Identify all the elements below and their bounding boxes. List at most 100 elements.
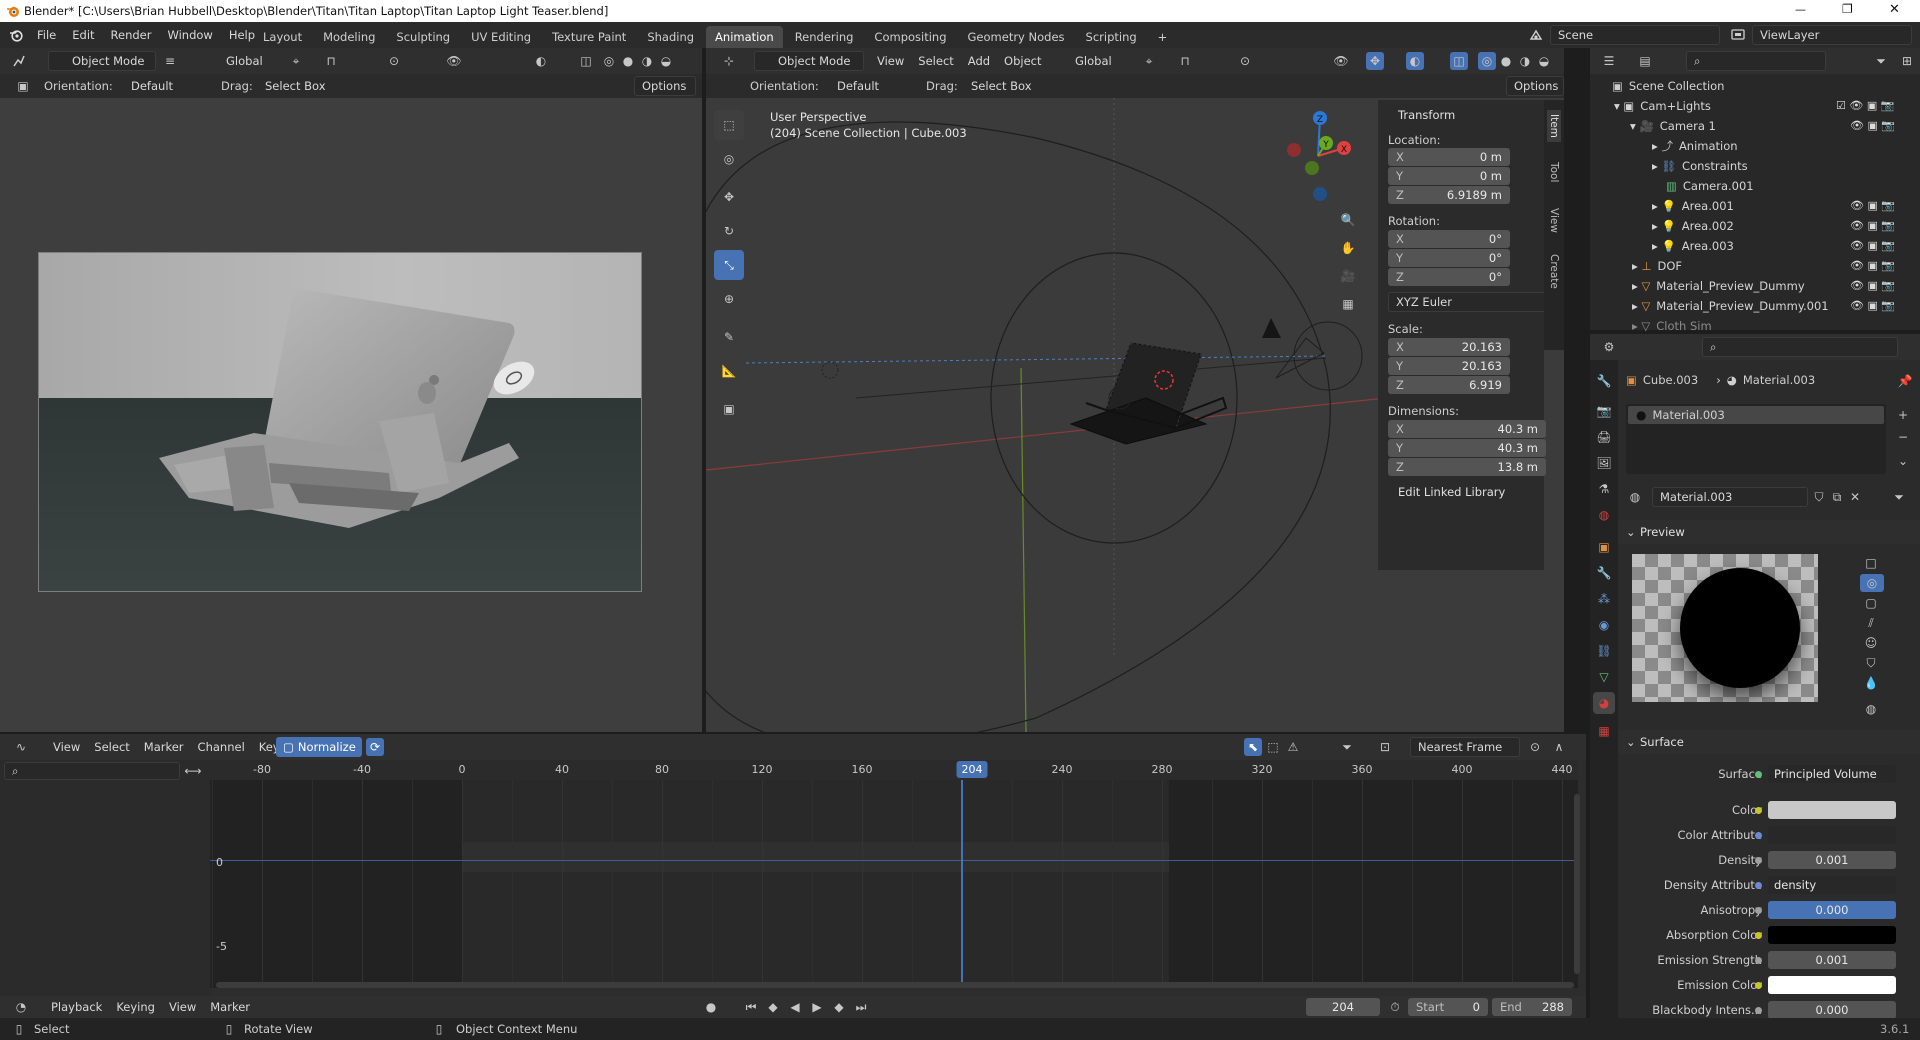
move-tool-icon[interactable]: ✥ bbox=[714, 182, 744, 212]
graph-menu-channel[interactable]: Channel bbox=[191, 737, 252, 757]
jump-end-icon[interactable]: ⏭ bbox=[852, 998, 870, 1016]
pivot-icon[interactable]: ⌖ bbox=[287, 52, 305, 70]
main-shading-rendered-icon[interactable]: ◒ bbox=[1535, 52, 1553, 70]
select-box-tool-icon[interactable]: ⬚ bbox=[714, 110, 744, 140]
world-tab-icon[interactable]: ◍ bbox=[1595, 506, 1613, 524]
physics-tab-icon[interactable]: ◉ bbox=[1595, 616, 1613, 634]
add-cube-tool-icon[interactable]: ▣ bbox=[714, 394, 744, 424]
volume-prop-value[interactable] bbox=[1768, 826, 1896, 844]
normalize-toggle[interactable]: ▢ Normalize bbox=[276, 737, 362, 757]
graph-scrollbar-v[interactable] bbox=[1574, 794, 1580, 974]
rotation-z-field[interactable]: Z 0° bbox=[1388, 268, 1510, 286]
surface-panel-header[interactable]: ⌄ Surface bbox=[1618, 730, 1920, 754]
socket-dot-icon[interactable] bbox=[1755, 831, 1762, 839]
normalize-refresh-icon[interactable]: ⟳ bbox=[366, 738, 384, 756]
data-tab-icon[interactable]: ▽ bbox=[1595, 668, 1613, 686]
editor-type-icon[interactable] bbox=[10, 52, 28, 70]
socket-dot-icon[interactable] bbox=[1755, 906, 1762, 914]
outliner-editor-icon[interactable]: ☰ bbox=[1600, 52, 1618, 70]
collection-checkbox[interactable]: ☑ 👁 ▣ 📷 bbox=[1836, 96, 1916, 116]
preview-flat-icon[interactable]: □ bbox=[1862, 554, 1880, 572]
drag-dropdown[interactable]: Select Box bbox=[258, 76, 332, 96]
main-shading-solid-icon[interactable]: ● bbox=[1497, 52, 1515, 70]
location-y-field[interactable]: Y0 m bbox=[1388, 167, 1510, 185]
falloff-icon[interactable]: ∧ bbox=[1550, 738, 1568, 756]
show-hidden-icon[interactable]: ⬚ bbox=[1264, 738, 1282, 756]
material-tab-icon[interactable]: ◕ bbox=[1593, 692, 1615, 714]
outliner-filter-icon[interactable]: ⏷ bbox=[1872, 52, 1890, 70]
ortho-grid-icon[interactable]: ▦ bbox=[1336, 292, 1360, 316]
current-frame-badge[interactable]: 204 bbox=[956, 761, 988, 778]
fake-user-shield-icon[interactable]: ⛉ bbox=[1810, 488, 1828, 506]
main-menu-select[interactable]: Select bbox=[911, 51, 960, 71]
tab-uv-editing[interactable]: UV Editing bbox=[462, 26, 540, 48]
main-drag-dropdown[interactable]: Select Box bbox=[964, 76, 1040, 96]
tab-sculpting[interactable]: Sculpting bbox=[387, 26, 459, 48]
location-z-field[interactable]: Z 6.9189 m bbox=[1388, 186, 1510, 204]
current-frame-field[interactable]: 204 bbox=[1306, 998, 1380, 1016]
tab-shading[interactable]: Shading bbox=[638, 26, 703, 48]
volume-prop-value[interactable]: 0.001 bbox=[1768, 951, 1896, 969]
xray-icon[interactable]: ◫ bbox=[577, 52, 595, 70]
preview-sphere-icon[interactable]: ◎ bbox=[1860, 574, 1884, 592]
pin-icon[interactable]: 📌 bbox=[1896, 372, 1914, 390]
shading-material-icon[interactable]: ◑ bbox=[638, 52, 656, 70]
main-shading-material-icon[interactable]: ◑ bbox=[1516, 52, 1534, 70]
view-layer-icon[interactable] bbox=[1730, 27, 1746, 43]
play-reverse-icon[interactable]: ◀ bbox=[786, 998, 804, 1016]
orientation-dropdown[interactable]: Default bbox=[110, 76, 206, 96]
graph-menu-select[interactable]: Select bbox=[87, 737, 136, 757]
editor-type-3d-icon[interactable]: ⊹ bbox=[720, 52, 738, 70]
outliner-search[interactable]: ⌕ bbox=[1686, 51, 1826, 71]
graph-editor-type-icon[interactable]: ∿ bbox=[12, 738, 30, 756]
main-menu-object[interactable]: Object bbox=[997, 51, 1048, 71]
menu-window[interactable]: Window bbox=[160, 25, 219, 45]
sidebar-tab-tool[interactable]: Tool bbox=[1547, 158, 1561, 186]
transform-panel-title[interactable]: Transform bbox=[1398, 108, 1455, 122]
camera-viewport[interactable]: Object Mode ≡ Global ⌖ ⊓ ⊙ 👁 ◐ ◫ ◎ ● ◑ ◒… bbox=[0, 48, 704, 732]
sidebar-tab-item[interactable]: Item bbox=[1547, 110, 1561, 142]
shading-wire-icon[interactable]: ◎ bbox=[600, 52, 618, 70]
frame-ruler[interactable]: -80 -40 0 40 80 120 160 240 280 320 360 400 440 204 bbox=[210, 760, 1578, 780]
minimize-button[interactable]: — bbox=[1795, 3, 1806, 16]
main-options-dropdown[interactable]: Options bbox=[1506, 76, 1564, 96]
preview-monkey-icon[interactable]: ☺ bbox=[1862, 634, 1880, 652]
main-snap-icon[interactable]: ⊓ bbox=[1176, 52, 1194, 70]
rotation-x-field[interactable]: X 0° bbox=[1388, 230, 1510, 248]
scene-tab-icon[interactable]: ⚗ bbox=[1595, 480, 1613, 498]
timeline-marker-menu[interactable]: Marker bbox=[203, 997, 257, 1017]
tab-rendering[interactable]: Rendering bbox=[786, 26, 863, 48]
preview-cube-icon[interactable]: ▢ bbox=[1862, 594, 1880, 612]
modifier-tab-icon[interactable]: 🔧 bbox=[1595, 564, 1613, 582]
end-frame-field[interactable]: End 288 bbox=[1492, 998, 1572, 1016]
object-mode-dropdown[interactable]: Object Mode bbox=[48, 51, 156, 71]
keying-menu[interactable]: Keying bbox=[109, 997, 162, 1017]
volume-prop-value[interactable] bbox=[1768, 926, 1896, 944]
dimension-y-field[interactable]: Y 40.3 m bbox=[1388, 439, 1546, 457]
camera-view-icon[interactable]: 🎥 bbox=[1336, 264, 1360, 288]
socket-dot-icon[interactable] bbox=[1755, 856, 1762, 864]
volume-prop-value[interactable]: density bbox=[1768, 876, 1896, 894]
tab-compositing[interactable]: Compositing bbox=[865, 26, 955, 48]
auto-key-icon[interactable]: ● bbox=[702, 998, 720, 1016]
sidebar-tab-create[interactable]: Create bbox=[1547, 250, 1561, 293]
main-pivot-icon[interactable]: ⌖ bbox=[1140, 52, 1158, 70]
tab-geometry-nodes[interactable]: Geometry Nodes bbox=[959, 26, 1074, 48]
prev-key-icon[interactable]: ◆ bbox=[764, 998, 782, 1016]
scene-selector[interactable]: Scene bbox=[1550, 25, 1720, 45]
socket-dot-icon[interactable] bbox=[1755, 931, 1762, 939]
constraints-tab-icon[interactable]: ⛓ bbox=[1595, 642, 1613, 660]
snap-mode-dropdown[interactable]: Nearest Frame bbox=[1410, 737, 1520, 757]
channel-swap-icon[interactable]: ⟷ bbox=[184, 762, 202, 780]
rotation-mode-dropdown[interactable]: XYZ Euler bbox=[1388, 292, 1546, 312]
snap-icon[interactable]: ⊓ bbox=[322, 52, 340, 70]
main-viewport[interactable]: ⊹ Object Mode View Select Add Object Glo… bbox=[706, 48, 1564, 732]
visibility-icon[interactable]: 👁 bbox=[445, 52, 463, 70]
timeline-editor-icon[interactable]: ◔ bbox=[12, 998, 30, 1016]
properties-editor-icon[interactable]: ⚙ bbox=[1600, 338, 1618, 356]
preview-hair-icon[interactable]: ⫽ bbox=[1862, 614, 1880, 632]
tree-row-cloth-sim[interactable]: ▸ ▽ Cloth Sim bbox=[1590, 316, 1920, 336]
tab-scripting[interactable]: Scripting bbox=[1077, 26, 1146, 48]
timeline-view-menu[interactable]: View bbox=[162, 997, 203, 1017]
socket-dot-icon[interactable] bbox=[1755, 1006, 1762, 1014]
